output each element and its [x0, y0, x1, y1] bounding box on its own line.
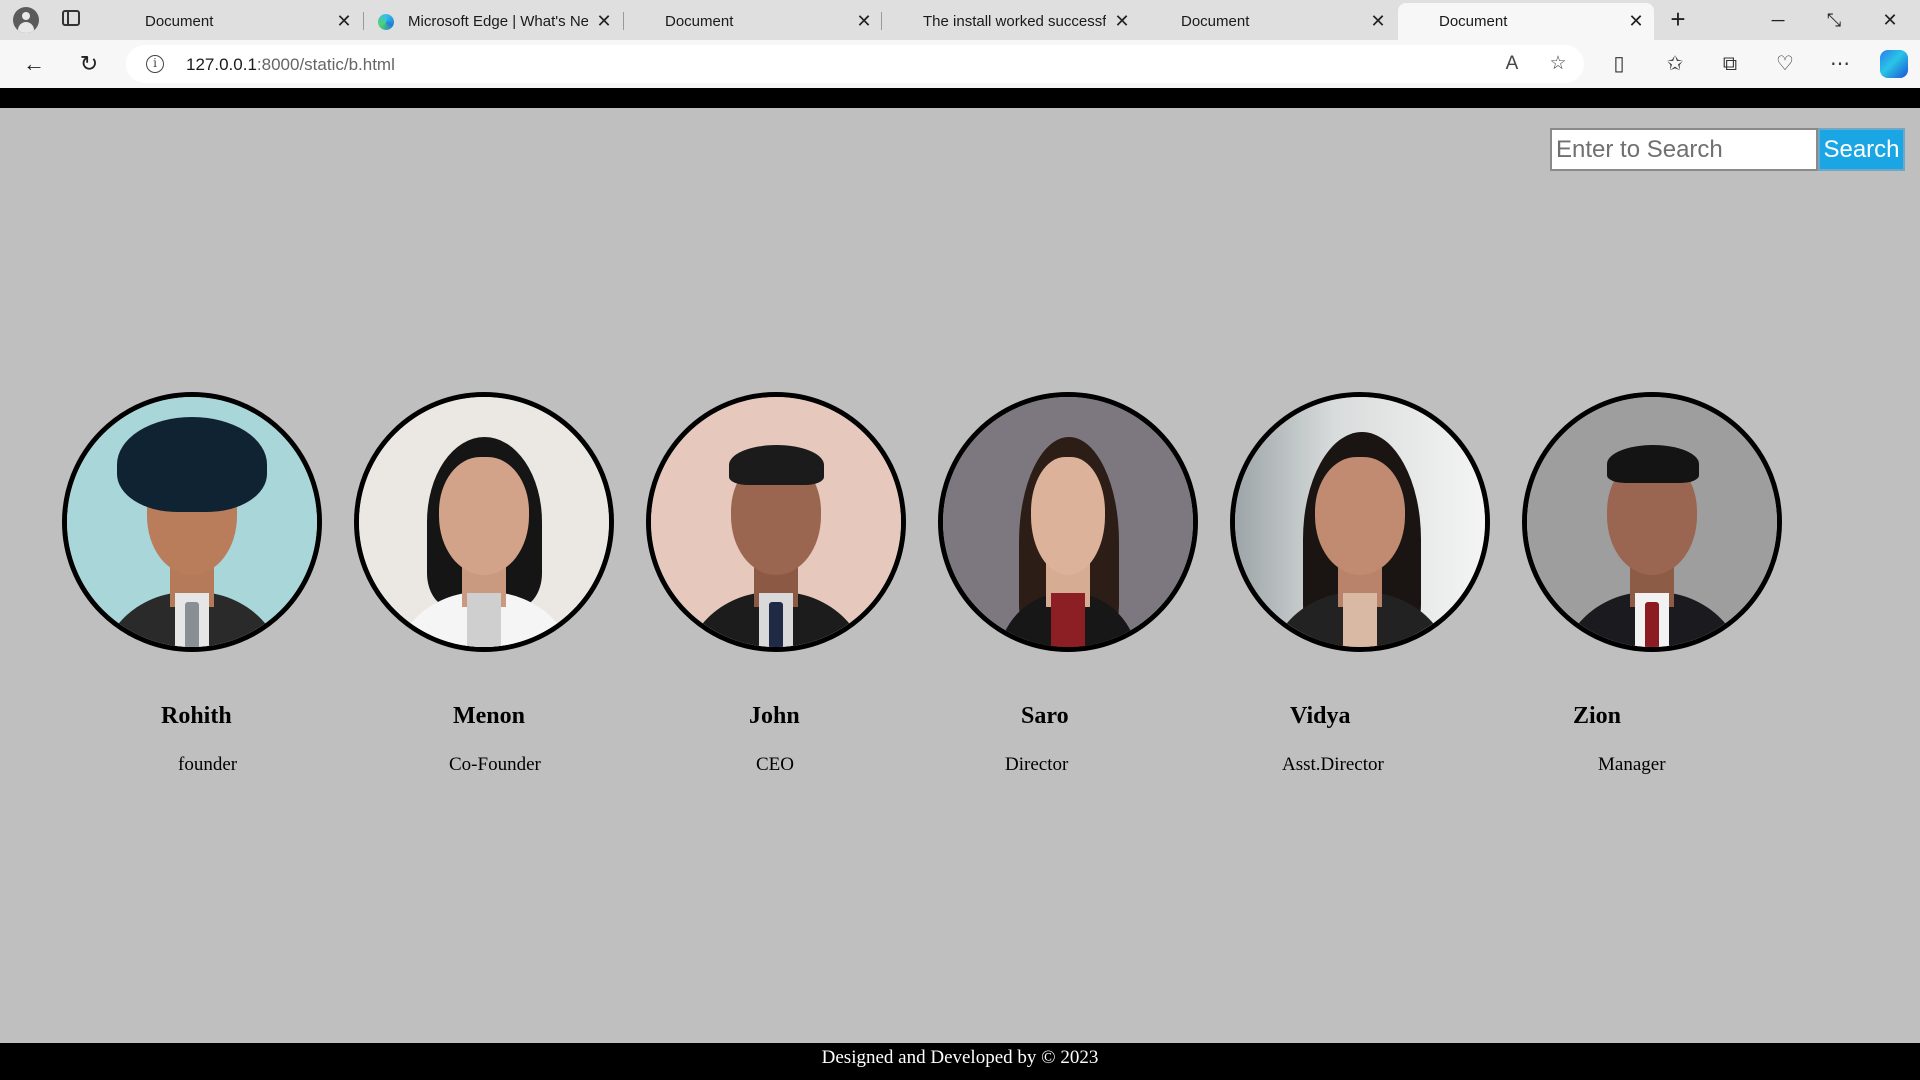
- member-role: Asst.Director: [1282, 754, 1384, 775]
- tab-title: Document: [145, 13, 214, 30]
- team-member-card: [354, 392, 614, 652]
- favorites-icon[interactable]: ✩: [1662, 52, 1688, 76]
- close-tab-icon[interactable]: ✕: [1114, 11, 1130, 32]
- tab-title: The install worked successf: [923, 13, 1106, 30]
- tab-title: Document: [1439, 13, 1508, 30]
- url-host: 127.0.0.1: [186, 55, 257, 74]
- member-name: Rohith: [161, 703, 232, 729]
- close-tab-icon[interactable]: ✕: [1628, 11, 1644, 32]
- member-photo: [354, 392, 614, 652]
- member-name: Vidya: [1290, 703, 1351, 729]
- footer-text: Designed and Developed by © 2023: [821, 1047, 1099, 1068]
- refresh-icon[interactable]: ↻: [73, 48, 105, 80]
- close-tab-icon[interactable]: ✕: [596, 11, 612, 32]
- browser-tab[interactable]: Document ✕: [1140, 3, 1396, 118]
- tab-title: Microsoft Edge | What's Ne: [408, 13, 588, 30]
- member-role: Manager: [1598, 754, 1666, 775]
- close-tab-icon[interactable]: ✕: [856, 11, 872, 32]
- read-aloud-icon[interactable]: A: [1500, 52, 1524, 76]
- browser-tab[interactable]: Microsoft Edge | What's Ne ✕: [364, 3, 622, 40]
- member-role: Director: [1005, 754, 1069, 775]
- restore-icon[interactable]: ⤡: [1808, 0, 1860, 40]
- member-role: Co-Founder: [449, 754, 541, 775]
- copilot-icon[interactable]: [1880, 50, 1908, 78]
- browser-essentials-icon[interactable]: ♡: [1772, 52, 1798, 76]
- browser-tab[interactable]: Document ✕: [624, 3, 882, 118]
- new-tab-button[interactable]: +: [1664, 6, 1692, 34]
- address-bar-row: ← ↻ i 127.0.0.1:8000/static/b.html A ☆ ▯…: [0, 40, 1920, 88]
- favorite-star-icon[interactable]: ☆: [1546, 52, 1570, 76]
- tab-actions-icon[interactable]: [62, 10, 80, 26]
- member-role: CEO: [756, 754, 794, 775]
- member-photo: [1522, 392, 1782, 652]
- member-photo: [938, 392, 1198, 652]
- team-member-card: [1522, 392, 1782, 652]
- url-path: :8000/static/b.html: [256, 55, 395, 74]
- profile-avatar-icon: [13, 7, 39, 33]
- member-photo: [1230, 392, 1490, 652]
- more-options-icon[interactable]: ⋯: [1827, 52, 1853, 76]
- address-url[interactable]: 127.0.0.1:8000/static/b.html: [186, 55, 395, 75]
- page-body: Search: [0, 88, 1920, 1080]
- minimize-icon[interactable]: ─: [1752, 0, 1804, 40]
- footer: Designed and Developed by © 2023: [0, 1043, 1920, 1080]
- team-member-card: [62, 392, 322, 652]
- member-name: John: [749, 703, 800, 729]
- team-member-card: [1230, 392, 1490, 652]
- back-icon[interactable]: ←: [18, 48, 50, 80]
- collections-icon[interactable]: ⧉: [1717, 52, 1743, 76]
- browser-tab-active[interactable]: Document ✕: [1398, 3, 1654, 118]
- address-bar[interactable]: i 127.0.0.1:8000/static/b.html A ☆: [126, 45, 1584, 83]
- edge-icon: [378, 13, 394, 30]
- member-role: founder: [178, 754, 238, 775]
- profile-button[interactable]: [10, 6, 42, 34]
- close-window-icon[interactable]: ✕: [1864, 0, 1916, 40]
- browser-tab[interactable]: Document ✕: [104, 3, 362, 118]
- browser-tab[interactable]: The install worked successf ✕: [882, 3, 1140, 118]
- member-name: Saro: [1021, 703, 1069, 729]
- close-tab-icon[interactable]: ✕: [336, 11, 352, 32]
- split-screen-icon[interactable]: ▯: [1606, 52, 1632, 76]
- team-member-card: [646, 392, 906, 652]
- site-info-icon[interactable]: i: [146, 55, 164, 73]
- member-name: Zion: [1573, 703, 1622, 729]
- search-input[interactable]: [1550, 128, 1818, 171]
- search-button[interactable]: Search: [1818, 128, 1905, 171]
- member-name: Menon: [453, 703, 525, 729]
- browser-tab-strip: Document ✕ Microsoft Edge | What's Ne ✕ …: [0, 0, 1920, 118]
- tab-title: Document: [1181, 13, 1250, 30]
- close-tab-icon[interactable]: ✕: [1370, 11, 1386, 32]
- team-member-card: [938, 392, 1198, 652]
- member-photo: [62, 392, 322, 652]
- header-bar: [0, 88, 1920, 108]
- member-photo: [646, 392, 906, 652]
- tab-title: Document: [665, 13, 734, 30]
